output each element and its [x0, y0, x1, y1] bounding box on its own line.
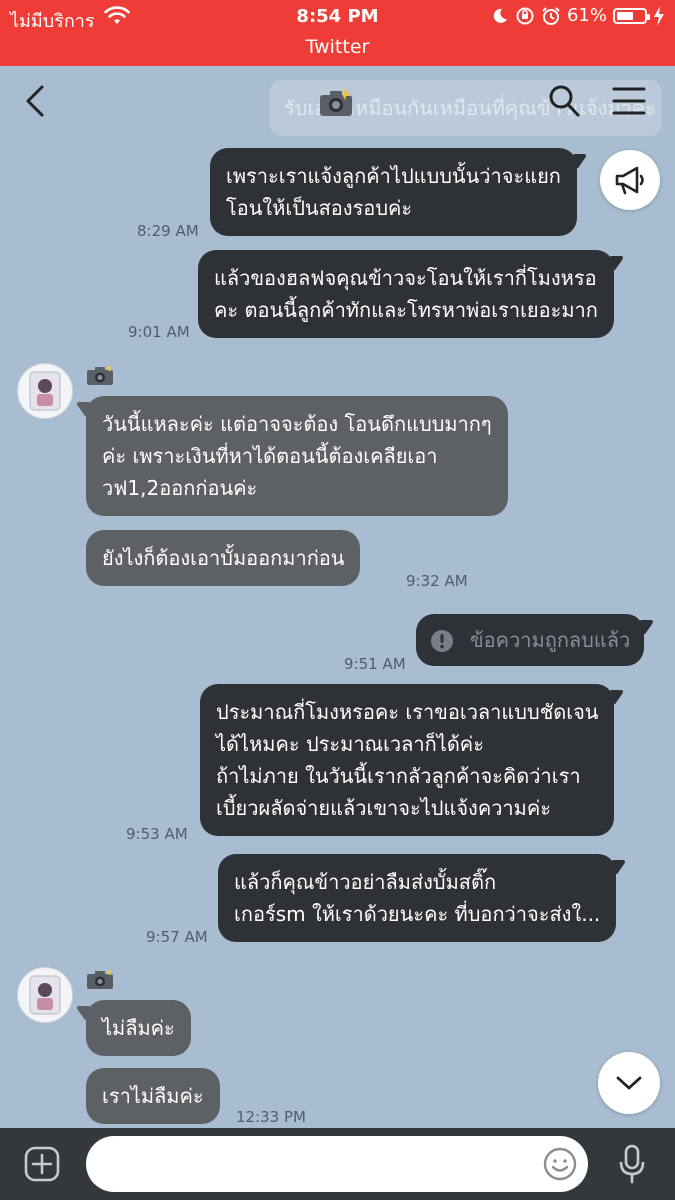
message-bubble-sent[interactable]: แล้วของฮลฟจคุณข้าวจะโอนให้เรากี่โมงหรอ ค… — [198, 250, 614, 338]
avatar-image — [29, 975, 61, 1015]
message-bubble-sent[interactable]: ประมาณกี่โมงหรอคะ เราขอเวลาแบบชัดเจน ได้… — [200, 684, 615, 836]
message-time: 9:51 AM — [344, 655, 406, 673]
back-icon[interactable] — [20, 84, 50, 118]
message-line: ได้ไหมคะ ประมาณเวลาก็ได้ค่ะ — [216, 732, 484, 756]
message-line: เพราะเราแจ้งลูกค้าไปแบบนั้นว่าจะแยก — [226, 164, 561, 188]
battery-fill — [617, 11, 633, 20]
message-line: แล้วของฮลฟจคุณข้าวจะโอนให้เรากี่โมงหรอ — [214, 266, 597, 290]
message-line: ค่ะ เพราะเงินที่หาได้ตอนนี้ต้องเคลียเอา — [102, 444, 438, 468]
avatar[interactable] — [18, 364, 72, 418]
message-time: 9:57 AM — [146, 928, 208, 946]
message-time: 8:29 AM — [137, 222, 199, 240]
message-line: ประมาณกี่โมงหรอคะ เราขอเวลาแบบชัดเจน — [216, 700, 599, 724]
message-line: เกอร์sm ให้เราด้วยนะคะ ที่บอกว่าจะส่งใ..… — [234, 902, 601, 926]
message-time: 9:32 AM — [406, 572, 468, 590]
scroll-to-bottom-button[interactable] — [598, 1052, 660, 1114]
message-line: แล้วก็คุณข้าวอย่าลืมส่งบั้มสติ๊ก — [234, 870, 497, 894]
message-line: โอนให้เป็นสองรอบค่ะ — [226, 196, 413, 220]
message-bubble-sent[interactable]: เพราะเราแจ้งลูกค้าไปแบบนั้นว่าจะแยก โอนใ… — [210, 148, 577, 236]
message-time: 9:01 AM — [128, 323, 190, 341]
message-bubble-received[interactable]: ยังไงก็ต้องเอาบั้มออกมาก่อน — [86, 530, 361, 586]
deleted-message-text: ข้อความถูกลบแล้ว — [470, 628, 631, 652]
message-bubble-received[interactable]: ไม่ลืมค่ะ — [86, 1000, 191, 1056]
warning-icon — [431, 630, 453, 652]
battery-icon — [613, 7, 650, 24]
message-bubble-received[interactable]: วันนี้แหละค่ะ แต่อาจจะต้อง โอนดึกแบบมากๆ… — [86, 396, 508, 516]
avatar-image — [29, 371, 61, 411]
input-bar — [0, 1128, 675, 1200]
message-bubble-received[interactable]: เราไม่ลืมค่ะ — [86, 1068, 220, 1124]
menu-icon[interactable] — [612, 86, 646, 116]
alarm-icon — [542, 6, 560, 25]
chat-header: รับเองก็เหมือนกันเหมือนที่คุณข้าวแจ้งมาค… — [0, 66, 675, 142]
camera-emoji-icon — [320, 88, 352, 116]
microphone-icon[interactable] — [618, 1144, 646, 1184]
rotation-lock-icon — [516, 7, 534, 24]
message-line: วันนี้แหละค่ะ แต่อาจจะต้อง โอนดึกแบบมากๆ — [102, 412, 492, 436]
emoji-icon[interactable] — [542, 1146, 578, 1182]
chevron-down-icon — [616, 1076, 642, 1090]
message-line: คะ ตอนนี้ลูกค้าทักและโทรหาพ่อเราเยอะมาก — [214, 298, 598, 322]
announcement-button[interactable] — [600, 150, 660, 210]
plus-icon[interactable] — [24, 1146, 60, 1182]
battery-percent: 61% — [566, 5, 607, 26]
charging-icon — [654, 5, 664, 26]
message-line: วฟ1,2ออกก่อนค่ะ — [102, 476, 258, 500]
message-line: ยังไงก็ต้องเอาบั้มออกมาก่อน — [102, 546, 345, 570]
message-input[interactable] — [86, 1136, 588, 1192]
megaphone-icon — [615, 166, 644, 195]
return-to-app[interactable]: Twitter — [0, 36, 675, 58]
moon-icon — [493, 8, 507, 23]
sender-name-camera-icon — [87, 968, 113, 989]
message-line: ถ้าไม่ภาย ในวันนี้เรากลัวลูกค้าจะคิดว่าเ… — [216, 764, 581, 788]
message-line: เบี้ยวผลัดจ่ายแล้วเขาจะไปแจ้งความค่ะ — [216, 796, 551, 820]
status-bar: ไม่มีบริการ 8:54 PM 61% Twitter — [0, 0, 675, 66]
message-line: เราไม่ลืมค่ะ — [102, 1084, 204, 1108]
search-icon[interactable] — [548, 84, 580, 118]
sender-name-camera-icon — [87, 364, 113, 385]
avatar[interactable] — [18, 968, 72, 1022]
message-time: 12:33 PM — [236, 1108, 306, 1126]
message-time: 9:53 AM — [126, 825, 188, 843]
deleted-message[interactable]: ข้อความถูกลบแล้ว — [416, 614, 645, 666]
message-line: ไม่ลืมค่ะ — [102, 1016, 175, 1040]
message-bubble-sent[interactable]: แล้วก็คุณข้าวอย่าลืมส่งบั้มสติ๊ก เกอร์sm… — [218, 854, 617, 942]
